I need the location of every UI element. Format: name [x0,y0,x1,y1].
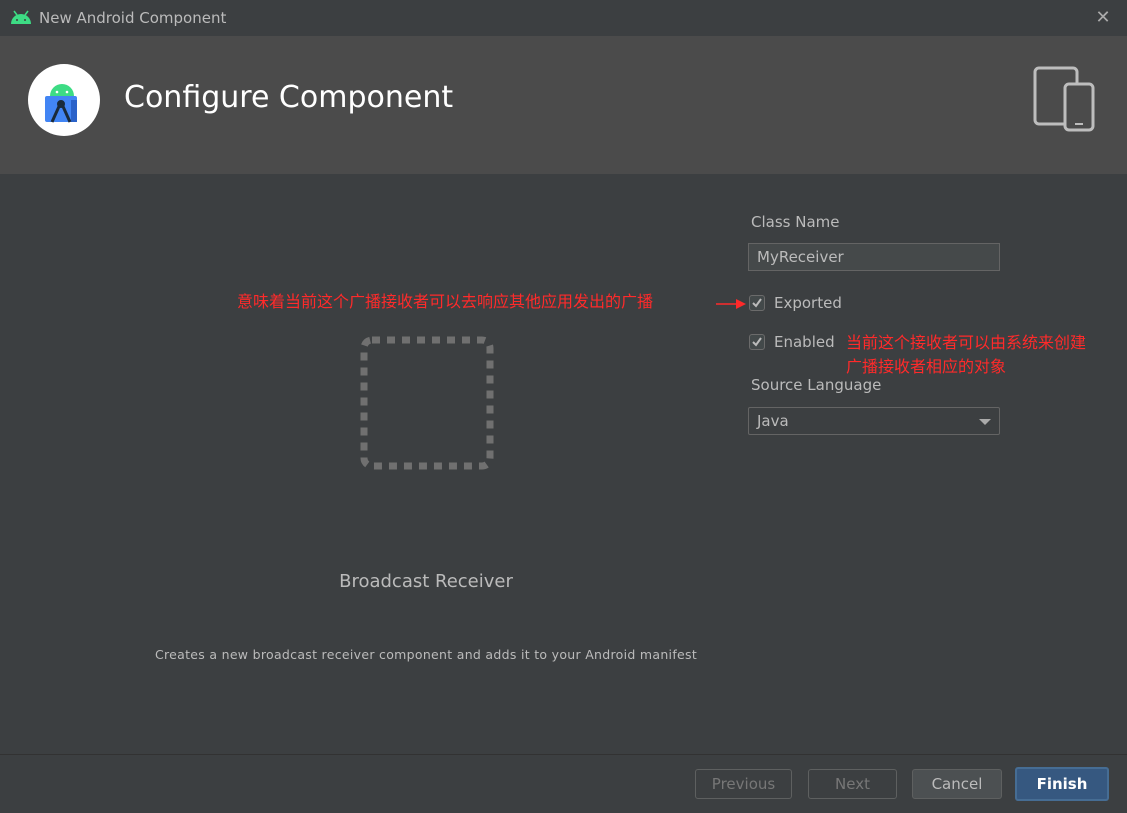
exported-checkbox[interactable] [749,295,765,311]
check-icon [752,337,762,347]
source-language-select[interactable]: Java [748,407,1000,435]
chevron-down-icon [979,419,991,425]
enabled-checkbox[interactable] [749,334,765,350]
cancel-button[interactable]: Cancel [912,769,1002,799]
annotation-enabled-line2: 广播接收者相应的对象 [846,357,1007,376]
component-preview-placeholder [360,336,494,470]
annotation-arrow-icon [716,299,746,309]
class-name-input[interactable]: MyReceiver [748,243,1000,271]
header: Configure Component [0,36,1127,174]
close-icon[interactable]: ✕ [1093,8,1113,28]
title-bar: New Android Component ✕ [0,0,1127,36]
annotation-exported: 意味着当前这个广播接收者可以去响应其他应用发出的广播 [237,292,654,311]
component-description: Creates a new broadcast receiver compone… [154,647,698,662]
devices-icon [1033,66,1095,132]
next-button[interactable]: Next [808,769,897,799]
exported-label: Exported [774,294,842,312]
annotation-enabled-line1: 当前这个接收者可以由系统来创建 [846,333,1087,352]
android-studio-logo [28,64,100,136]
android-icon [11,10,31,24]
component-name: Broadcast Receiver [339,571,513,592]
check-icon [752,298,762,308]
class-name-label: Class Name [751,213,840,231]
previous-button[interactable]: Previous [695,769,792,799]
page-title: Configure Component [124,80,454,115]
footer-divider [0,754,1127,755]
finish-button[interactable]: Finish [1015,767,1109,801]
window-title: New Android Component [39,9,227,27]
enabled-label: Enabled [774,333,835,351]
source-language-value: Java [757,412,789,430]
